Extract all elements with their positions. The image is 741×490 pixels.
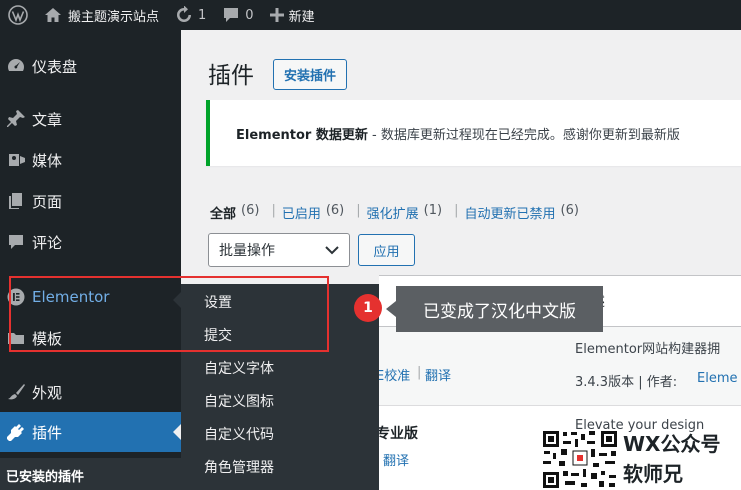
- plugin-icon: [0, 422, 32, 442]
- flyout-item-custom-code[interactable]: 自定义代码: [204, 424, 274, 444]
- highlight-box: [9, 276, 329, 352]
- comment-icon: [0, 232, 32, 252]
- watermark-line2: 软师兄: [623, 462, 683, 486]
- filter-autoupdate-disabled[interactable]: 自动更新已禁用: [464, 203, 555, 222]
- dashboard-icon: [0, 56, 32, 76]
- row1-author-link[interactable]: Eleme: [697, 371, 738, 386]
- site-name-link[interactable]: 搬主题演示站点: [36, 0, 167, 30]
- comments-link[interactable]: 0: [214, 0, 261, 30]
- apply-button[interactable]: 应用: [358, 234, 415, 266]
- sidebar-item-comments[interactable]: 评论: [0, 222, 181, 262]
- sidebar-item-dashboard[interactable]: 仪表盘: [0, 46, 181, 86]
- brush-icon: [0, 382, 32, 402]
- sidebar-item-label: 外观: [32, 383, 63, 402]
- sidebar-item-label: 评论: [32, 233, 63, 252]
- row2-translate-link[interactable]: 翻译: [383, 450, 409, 469]
- filter-autoupdate-count: (6): [560, 203, 579, 218]
- filter-separator: |: [356, 203, 361, 218]
- site-name: 搬主题演示站点: [68, 9, 160, 25]
- home-icon: [45, 8, 61, 22]
- callout-tooltip: 已变成了汉化中文版: [386, 286, 603, 332]
- plugin-filters: 全部 (6) | 已启用 (6) | 强化扩展 (1) | 自动更新已禁用 (6): [210, 203, 579, 222]
- sidebar-item-posts[interactable]: 文章: [0, 99, 181, 139]
- sidebar-item-media[interactable]: 媒体: [0, 140, 181, 180]
- bulk-select-value: 批量操作: [219, 243, 275, 259]
- row2-plugin-name: 专业版: [376, 426, 418, 442]
- submenu-label: 已安装的插件: [6, 470, 85, 485]
- updates-link[interactable]: 1: [167, 0, 214, 30]
- filter-mustuse[interactable]: 强化扩展: [367, 203, 419, 222]
- chevron-down-icon: [325, 246, 339, 255]
- callout-text: 已变成了汉化中文版: [423, 301, 576, 322]
- row-action-separator: |: [417, 365, 422, 380]
- filter-all[interactable]: 全部: [210, 203, 236, 222]
- row1-translate-link[interactable]: 翻译: [425, 365, 451, 384]
- filter-all-count: (6): [241, 203, 260, 218]
- row1-version: 3.4.3版本 | 作者:: [575, 375, 678, 390]
- row1-action-link[interactable]: E校准: [376, 365, 410, 384]
- new-label: 新建: [288, 9, 315, 25]
- sidebar-item-appearance[interactable]: 外观: [0, 372, 181, 412]
- sidebar-item-label: 文章: [32, 110, 63, 129]
- sidebar-item-pages[interactable]: 页面: [0, 181, 181, 221]
- current-menu-arrow: [173, 424, 181, 440]
- qr-code-image: [541, 429, 619, 490]
- filter-separator: |: [271, 203, 276, 218]
- watermark-line1: WX公众号: [623, 432, 721, 456]
- new-content-link[interactable]: 新建: [262, 0, 323, 30]
- notice-bold: Elementor 数据更新: [236, 128, 368, 143]
- sidebar-item-plugins[interactable]: 插件: [0, 412, 181, 452]
- comments-count: 0: [245, 7, 254, 23]
- sidebar-item-label: 页面: [32, 192, 63, 211]
- filter-active[interactable]: 已启用: [282, 203, 321, 222]
- refresh-icon: [177, 6, 192, 22]
- page-icon: [0, 191, 32, 211]
- update-notice: Elementor 数据更新 - 数据库更新过程现在已经完成。感谢你更新到最新版: [206, 100, 741, 166]
- comment-bubble-icon: [224, 8, 239, 22]
- callout-number-badge: 1: [354, 294, 382, 322]
- bulk-actions-select[interactable]: 批量操作: [208, 233, 350, 267]
- flyout-item-custom-fonts[interactable]: 自定义字体: [204, 358, 274, 378]
- notice-text: - 数据库更新过程现在已经完成。感谢你更新到最新版: [367, 128, 680, 143]
- add-plugin-button[interactable]: 安装插件: [273, 59, 348, 90]
- media-icon: [0, 150, 32, 170]
- filter-active-count: (6): [325, 203, 345, 218]
- sidebar-item-label: 插件: [32, 423, 63, 442]
- updates-count: 1: [198, 7, 207, 23]
- plus-icon: [269, 8, 284, 22]
- pin-icon: [0, 109, 32, 129]
- sidebar-item-label: 仪表盘: [32, 57, 78, 76]
- wordpress-logo-button[interactable]: [0, 0, 36, 30]
- sidebar-item-label: 媒体: [32, 151, 63, 170]
- flyout-item-role-manager[interactable]: 角色管理器: [204, 457, 274, 477]
- admin-bar: 搬主题演示站点 1 0 新建: [0, 0, 741, 30]
- row1-description: Elementor网站构建器拥: [575, 342, 721, 357]
- flyout-item-custom-icons[interactable]: 自定义图标: [204, 391, 274, 411]
- submenu-installed-plugins[interactable]: 已安装的插件: [0, 458, 181, 490]
- filter-separator: |: [454, 203, 459, 218]
- wordpress-icon: [8, 5, 28, 25]
- filter-mustuse-count: (1): [423, 203, 443, 218]
- page-title: 插件: [208, 63, 254, 89]
